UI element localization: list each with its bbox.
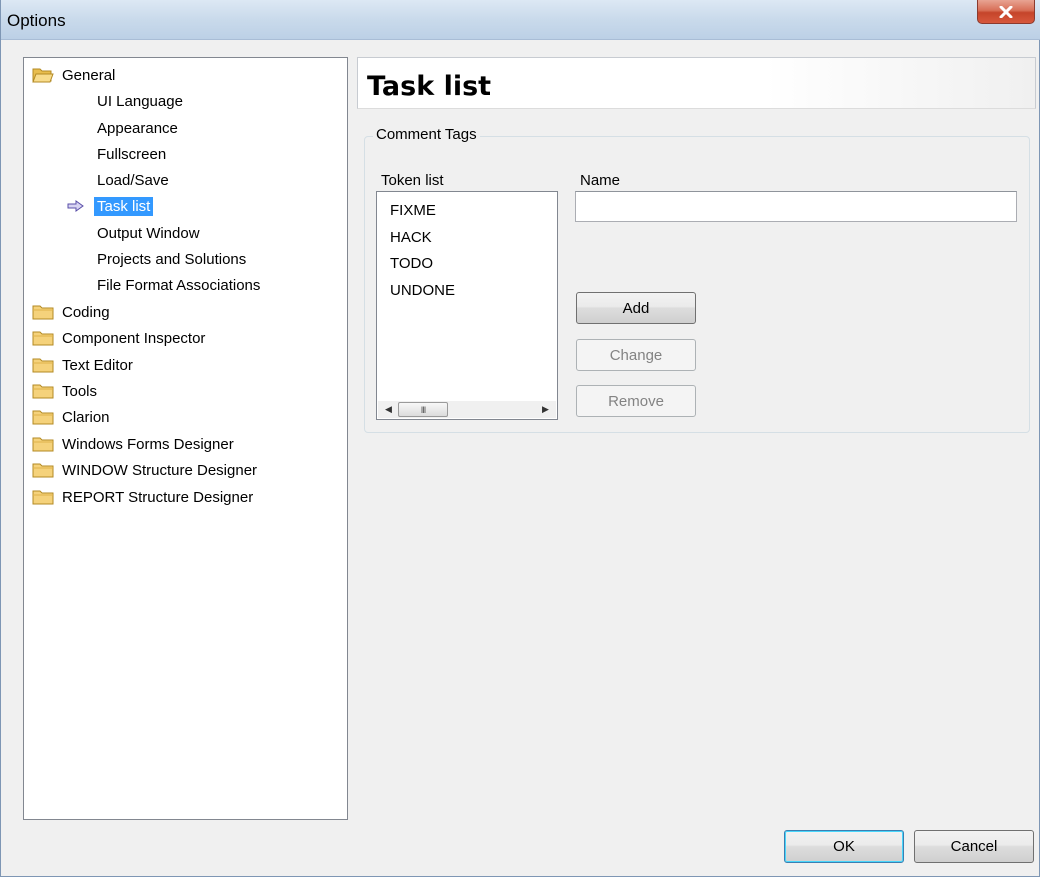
- change-button-label: Change: [609, 346, 663, 364]
- tree-node-label: Clarion: [62, 408, 110, 426]
- list-item[interactable]: FIXME: [390, 202, 436, 219]
- tree-node-label: Text Editor: [62, 356, 133, 374]
- tree-child-label: Projects and Solutions: [97, 250, 247, 268]
- tree-child-appearance[interactable]: Appearance: [94, 116, 181, 140]
- scroll-right-icon[interactable]: ▶: [537, 401, 554, 418]
- folder-icon: [32, 410, 54, 425]
- remove-button[interactable]: Remove: [576, 385, 696, 417]
- tree-node-report-structure-designer[interactable]: REPORT Structure Designer: [32, 485, 253, 509]
- options-tree[interactable]: General UI Language Appearance Fullscree…: [23, 57, 348, 820]
- right-arrow-icon: [67, 200, 84, 212]
- tree-child-task-list[interactable]: Task list: [94, 194, 154, 218]
- add-button[interactable]: Add: [576, 292, 696, 324]
- tree-node-window-structure-designer[interactable]: WINDOW Structure Designer: [32, 458, 257, 482]
- tree-child-label: Load/Save: [97, 171, 169, 189]
- tree-node-text-editor[interactable]: Text Editor: [32, 353, 133, 377]
- title-bar[interactable]: Options: [1, 0, 1040, 40]
- folder-icon: [32, 305, 54, 320]
- change-button[interactable]: Change: [576, 339, 696, 371]
- tree-child-ui-language[interactable]: UI Language: [94, 89, 186, 113]
- tree-node-label: Tools: [62, 382, 98, 400]
- close-icon: [999, 5, 1013, 18]
- tree-child-label: Fullscreen: [97, 145, 167, 163]
- folder-icon: [32, 358, 54, 373]
- folder-icon: [32, 384, 54, 399]
- folder-icon: [32, 331, 54, 346]
- panel-header: Task list: [357, 57, 1036, 109]
- window-title: Options: [7, 11, 66, 30]
- tree-child-label: UI Language: [97, 92, 183, 110]
- tree-child-fullscreen[interactable]: Fullscreen: [94, 142, 169, 166]
- close-button[interactable]: [977, 0, 1035, 24]
- tree-node-label: Coding: [62, 303, 110, 321]
- scrollbar-thumb[interactable]: III: [398, 402, 448, 417]
- folder-icon: [32, 490, 54, 505]
- name-label: Name: [580, 172, 621, 189]
- open-folder-icon: [32, 68, 54, 83]
- list-item[interactable]: UNDONE: [390, 282, 455, 299]
- name-input[interactable]: [575, 191, 1017, 222]
- ok-button-label: OK: [833, 838, 855, 855]
- tree-child-label: Appearance: [97, 119, 178, 137]
- tree-node-label: WINDOW Structure Designer: [62, 461, 258, 479]
- tree-node-label: REPORT Structure Designer: [62, 488, 254, 506]
- options-window: Options General UI Language Appearance F…: [0, 0, 1040, 877]
- ok-button[interactable]: OK: [784, 830, 904, 863]
- scroll-left-icon[interactable]: ◀: [380, 401, 397, 418]
- tree-child-label: Task list: [94, 196, 154, 216]
- tree-child-label: File Format Associations: [97, 276, 261, 294]
- comment-tags-group-label: Comment Tags: [373, 126, 480, 143]
- tree-node-windows-forms-designer[interactable]: Windows Forms Designer: [32, 432, 234, 456]
- cancel-button[interactable]: Cancel: [914, 830, 1034, 863]
- tree-node-general[interactable]: General: [32, 63, 115, 87]
- tree-child-output-window[interactable]: Output Window: [94, 221, 203, 245]
- token-listbox[interactable]: FIXME HACK TODO UNDONE ◀ III ▶: [376, 191, 558, 420]
- tree-node-tools[interactable]: Tools: [32, 379, 97, 403]
- token-list-label: Token list: [381, 172, 444, 189]
- cancel-button-label: Cancel: [950, 838, 998, 855]
- tree-child-file-format-associations[interactable]: File Format Associations: [94, 273, 263, 297]
- folder-icon: [32, 463, 54, 478]
- remove-button-label: Remove: [608, 392, 664, 410]
- tree-node-component-inspector[interactable]: Component Inspector: [32, 326, 205, 350]
- horizontal-scrollbar[interactable]: ◀ III ▶: [378, 401, 556, 418]
- list-item[interactable]: HACK: [390, 229, 432, 246]
- tree-node-label: General: [62, 66, 116, 84]
- tree-child-projects-and-solutions[interactable]: Projects and Solutions: [94, 247, 249, 271]
- tree-node-label: Component Inspector: [62, 329, 206, 347]
- tree-child-label: Output Window: [97, 224, 200, 242]
- folder-icon: [32, 437, 54, 452]
- tree-child-load-save[interactable]: Load/Save: [94, 168, 172, 192]
- tree-node-coding[interactable]: Coding: [32, 300, 110, 324]
- tree-node-clarion[interactable]: Clarion: [32, 405, 110, 429]
- list-item[interactable]: TODO: [390, 255, 433, 272]
- panel-title: Task list: [367, 71, 492, 102]
- tree-node-label: Windows Forms Designer: [62, 435, 234, 453]
- add-button-label: Add: [622, 299, 650, 317]
